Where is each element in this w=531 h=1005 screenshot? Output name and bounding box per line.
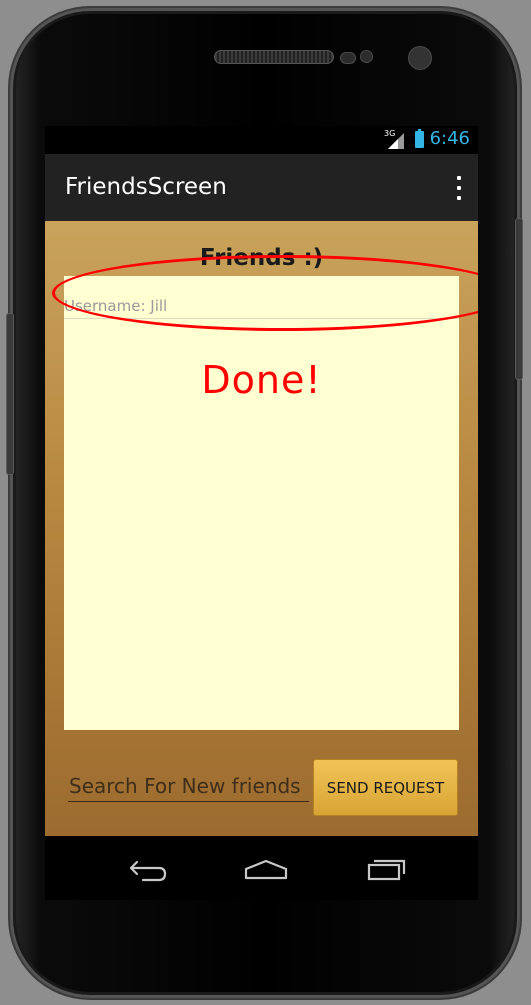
proximity-sensor — [340, 52, 356, 64]
friends-title: Friends :) — [199, 245, 324, 271]
recents-icon[interactable] — [352, 848, 412, 888]
friends-content: Friends :) Username: Jill Done! SEND REQ… — [45, 221, 478, 836]
power-button — [6, 313, 14, 475]
device-screen: 3G 6:46 FriendsScreen Friends :) Usernam… — [45, 126, 478, 836]
overflow-menu-icon[interactable] — [454, 176, 464, 200]
signal-icon — [388, 133, 404, 149]
status-bar: 3G 6:46 — [45, 126, 478, 154]
navigation-bar — [45, 836, 478, 900]
list-item[interactable]: Username: Jill — [64, 297, 459, 319]
volume-button — [515, 218, 523, 380]
battery-icon — [415, 129, 424, 148]
app-title: FriendsScreen — [65, 174, 227, 200]
front-camera — [408, 46, 432, 70]
earpiece-speaker — [214, 50, 334, 64]
friends-list: Username: Jill Done! — [52, 255, 478, 730]
action-bar: FriendsScreen — [45, 154, 478, 221]
back-icon[interactable] — [111, 848, 171, 888]
home-icon[interactable] — [230, 848, 290, 888]
done-annotation: Done! — [201, 358, 322, 402]
status-time: 6:46 — [429, 128, 470, 149]
search-friends-input[interactable] — [68, 771, 309, 802]
send-request-button[interactable]: SEND REQUEST — [313, 759, 458, 816]
light-sensor — [360, 50, 373, 63]
